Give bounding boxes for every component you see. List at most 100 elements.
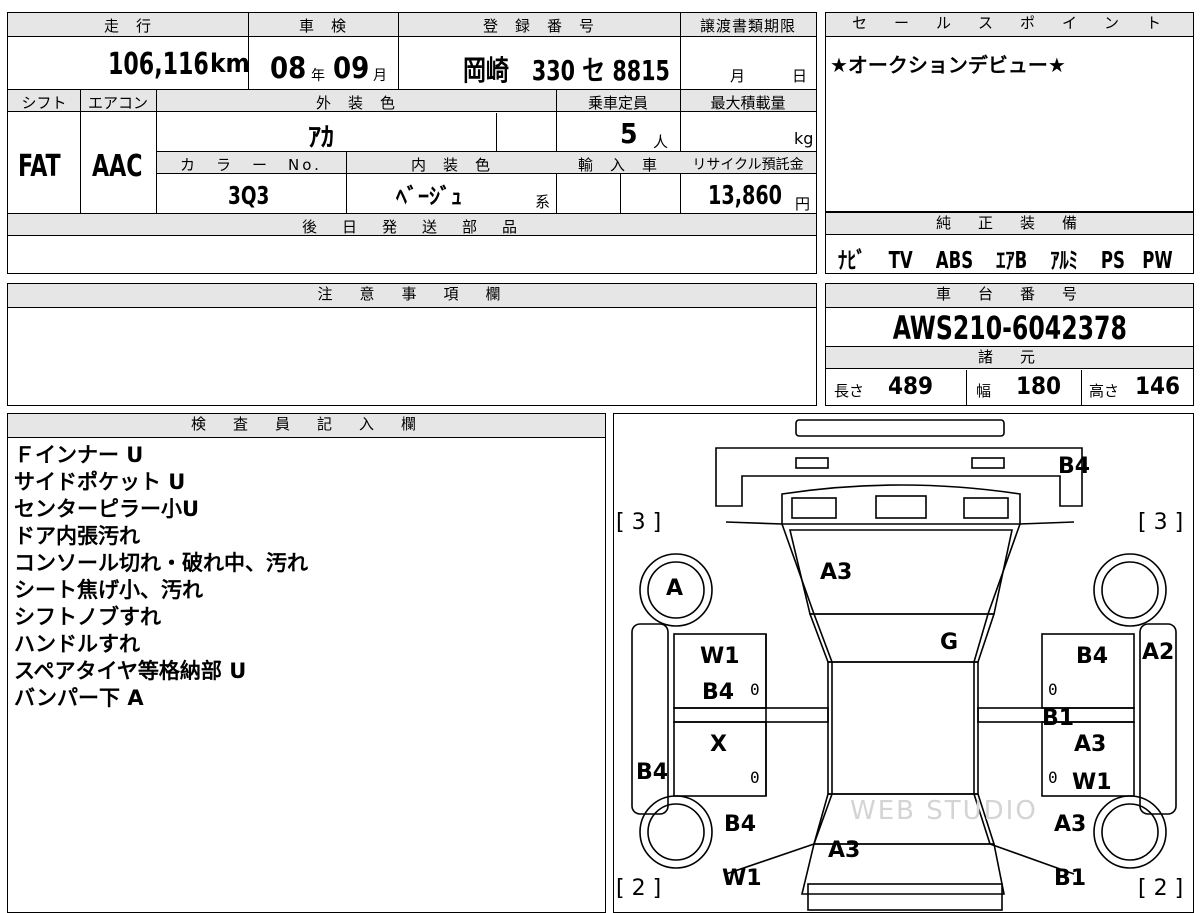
inspector-line: シフトノブすれ xyxy=(14,605,161,629)
height-label: 高さ xyxy=(1089,382,1120,400)
recycle-value: 13,860 xyxy=(708,181,783,211)
interior-color-value: ﾍﾞｰｼﾞｭ xyxy=(396,185,463,210)
mark-rr-a3: A3 xyxy=(1074,732,1107,757)
length-value: 489 xyxy=(888,372,934,400)
inspector-line: コンソール切れ・破れ中、汚れ xyxy=(14,551,308,575)
mark-lower-left-w1: W1 xyxy=(722,866,762,891)
chassis-box: 車 台 番 号 AWS210-6042378 諸 元 長さ 489 幅 180 … xyxy=(825,283,1194,406)
mark-rear-b4: B4 xyxy=(1058,454,1091,479)
inspection-month: 09 xyxy=(333,51,370,85)
mark-fl-b4: B4 xyxy=(702,680,735,705)
chassis-header: 車 台 番 号 xyxy=(826,284,1193,308)
inspection-month-unit: 月 xyxy=(373,68,387,84)
mark-trunk-a3: A3 xyxy=(828,838,861,863)
registration-number: 岡崎 330 セ 8815 xyxy=(463,54,670,87)
inspector-line: サイドポケット U xyxy=(14,470,186,494)
recycle-header: リサイクル預託金 xyxy=(692,157,804,173)
interior-color-header: 内 装 色 xyxy=(410,156,491,174)
mark-rr-w1: W1 xyxy=(1072,770,1112,795)
exterior-color-header: 外 装 色 xyxy=(315,94,396,112)
mark-rl-x: X xyxy=(710,732,727,757)
marker-zero: 0 xyxy=(750,680,760,699)
max-load-header: 最大積載量 xyxy=(710,94,786,112)
inspection-header: 車 検 xyxy=(298,17,347,35)
capacity-header: 乗車定員 xyxy=(587,94,648,112)
mark-roof-g: G xyxy=(940,630,959,655)
inspector-line: センターピラー小U xyxy=(14,497,200,521)
shift-header: シフト xyxy=(21,94,67,112)
equip-tv: TV xyxy=(888,248,913,274)
equipment-box: 純 正 装 備 ﾅﾋﾞ TV ABS ｴｱB ｱﾙﾐ PS PW xyxy=(825,212,1194,274)
exterior-color-value: ｱｶ xyxy=(308,123,335,153)
aircon-value: AAC xyxy=(92,149,143,184)
inspection-year: 08 xyxy=(270,51,307,85)
color-no-header: カ ラ ー No. xyxy=(180,156,322,174)
mark-wheel-a: A xyxy=(666,576,684,601)
mark-lower-right-b1: B1 xyxy=(1054,866,1087,891)
tire-rl: [ 2 ] xyxy=(616,876,662,901)
capacity-value: 5 xyxy=(620,117,638,150)
import-header: 輸 入 車 xyxy=(577,156,658,174)
mark-left-b4: B4 xyxy=(636,760,669,785)
equip-ps: PS xyxy=(1100,248,1125,274)
equipment-header: 純 正 装 備 xyxy=(826,213,1193,235)
equip-navi: ﾅﾋﾞ xyxy=(838,248,866,274)
interior-color-suffix: 系 xyxy=(535,193,551,211)
inspector-line: ハンドルすれ xyxy=(14,632,140,656)
equip-alloy: ｱﾙﾐ xyxy=(1050,248,1078,274)
length-label: 長さ xyxy=(834,382,865,400)
marker-zero: 0 xyxy=(1048,680,1058,699)
specs-header: 諸 元 xyxy=(826,347,1193,369)
mark-lower-right-a3: A3 xyxy=(1054,812,1087,837)
marker-zero: 0 xyxy=(750,768,760,787)
inspector-line: バンパー下 A xyxy=(14,686,144,710)
inspection-year-unit: 年 xyxy=(311,68,325,84)
transfer-deadline-header: 譲渡書類期限 xyxy=(699,17,796,35)
later-parts-header: 後 日 発 送 部 品 xyxy=(301,218,522,236)
mileage-header: 走 行 xyxy=(103,17,152,35)
sales-point-header: セ ー ル ス ポ イ ン ト xyxy=(826,13,1193,37)
vehicle-info-table: 走 行 車 検 登 録 番 号 譲渡書類期限 106,116 km 08 年 0… xyxy=(7,12,817,274)
sales-point-text: ★オークションデビュー★ xyxy=(830,53,1066,77)
notes-header: 注 意 事 項 欄 xyxy=(8,284,816,308)
inspector-line: スペアタイヤ等格納部 U xyxy=(14,659,247,683)
mark-right-a2: A2 xyxy=(1142,640,1175,665)
mark-right-b1: B1 xyxy=(1042,706,1075,731)
color-no-value: 3Q3 xyxy=(228,181,270,210)
height-value: 146 xyxy=(1135,372,1181,400)
recycle-unit: 円 xyxy=(795,195,811,213)
mark-fl-w1: W1 xyxy=(700,644,740,669)
tire-rr: [ 2 ] xyxy=(1138,876,1184,901)
registration-header: 登 録 番 号 xyxy=(482,17,595,35)
inspector-line: ドア内張汚れ xyxy=(14,524,140,548)
shift-value: FAT xyxy=(18,149,61,184)
deadline-month-unit: 月 xyxy=(730,67,746,85)
mark-lower-left-b4: B4 xyxy=(724,812,757,837)
tire-fr: [ 3 ] xyxy=(1138,510,1184,535)
chassis-number: AWS210-6042378 xyxy=(892,309,1127,347)
width-label: 幅 xyxy=(976,382,992,400)
equip-abs: ABS xyxy=(935,248,974,274)
equip-pw: PW xyxy=(1142,248,1173,274)
load-unit: kg xyxy=(794,129,814,148)
equipment-list: ﾅﾋﾞ TV ABS ｴｱB ｱﾙﾐ PS PW xyxy=(838,241,1200,275)
deadline-day-unit: 日 xyxy=(792,67,808,85)
mileage-unit: km xyxy=(210,49,250,79)
marker-zero: 0 xyxy=(1048,768,1058,787)
watermark: WEB STUDIO xyxy=(850,796,1038,826)
mark-fr-b4: B4 xyxy=(1076,644,1109,669)
equip-airbag: ｴｱB xyxy=(996,248,1028,274)
mileage-value: 106,116 xyxy=(108,47,209,82)
notes-box: 注 意 事 項 欄 xyxy=(7,283,817,406)
aircon-header: エアコン xyxy=(87,94,148,112)
capacity-unit: 人 xyxy=(653,133,669,151)
inspector-line: Ｆインナー U xyxy=(14,443,144,467)
inspector-lines: Ｆインナー U サイドポケット U センターピラー小U ドア内張汚れ コンソール… xyxy=(14,442,308,712)
width-value: 180 xyxy=(1016,372,1062,400)
inspector-box: 検 査 員 記 入 欄 Ｆインナー U サイドポケット U センターピラー小U … xyxy=(7,413,606,913)
inspector-line: シート焦げ小、汚れ xyxy=(14,578,203,602)
sales-point-box: セ ー ル ス ポ イ ン ト ★オークションデビュー★ xyxy=(825,12,1194,212)
tire-fl: [ 3 ] xyxy=(616,510,662,535)
damage-diagram: [ 3 ] [ 3 ] [ 2 ] [ 2 ] B4 A3 A G W1 B4 … xyxy=(613,413,1194,913)
mark-hood-a3: A3 xyxy=(820,560,853,585)
